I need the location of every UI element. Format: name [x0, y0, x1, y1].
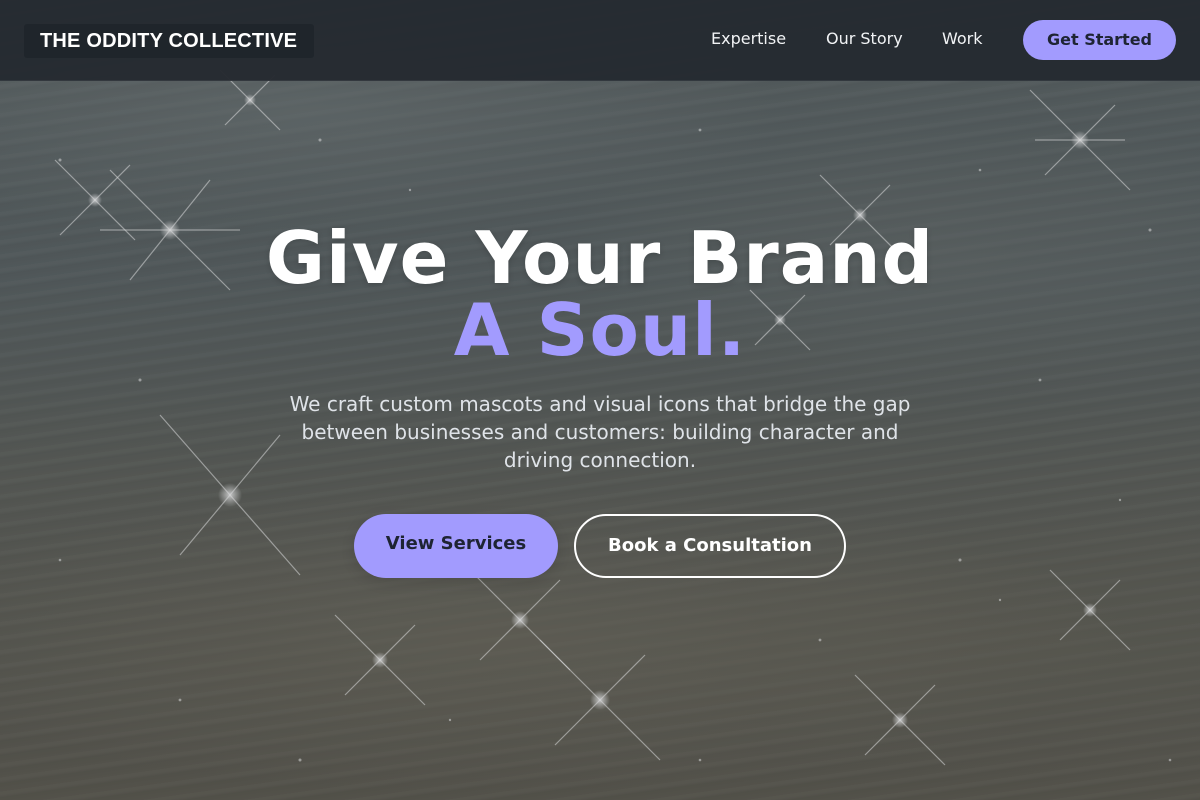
- site-header: THE ODDITY COLLECTIVE Expertise Our Stor…: [0, 0, 1200, 81]
- book-consultation-button[interactable]: Book a Consultation: [574, 514, 846, 578]
- nav-link-work[interactable]: Work: [942, 28, 983, 50]
- nav-link-our-story[interactable]: Our Story: [826, 28, 903, 50]
- nav-link-expertise[interactable]: Expertise: [711, 28, 786, 50]
- hero-title: Give Your Brand: [265, 216, 935, 300]
- hero-subtitle: We craft custom mascots and visual icons…: [289, 392, 911, 472]
- get-started-button[interactable]: Get Started: [1023, 20, 1176, 60]
- view-services-button[interactable]: View Services: [354, 514, 558, 578]
- landing-page: THE ODDITY COLLECTIVE Expertise Our Stor…: [0, 0, 1200, 800]
- hero-title-accent: A Soul.: [453, 288, 747, 372]
- brand-logo[interactable]: THE ODDITY COLLECTIVE: [24, 24, 314, 58]
